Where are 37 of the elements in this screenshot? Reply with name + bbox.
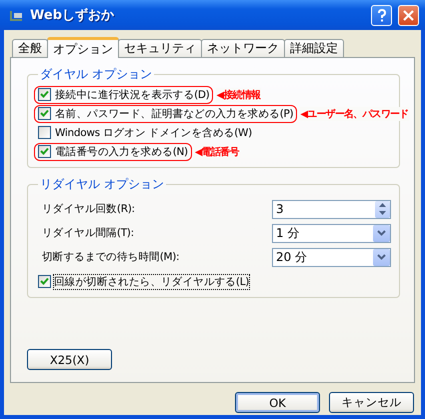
annotation: ◀ユーザー名、パスワード xyxy=(300,106,410,120)
tab[interactable]: ネットワーク xyxy=(201,39,285,57)
help-button[interactable] xyxy=(371,4,392,26)
close-icon xyxy=(403,10,414,20)
checkbox-label[interactable]: 名前、パスワード、証明書などの入力を求める(P) xyxy=(55,106,294,120)
checkbox[interactable] xyxy=(38,275,51,288)
field-label: リダイヤル間隔(T): xyxy=(42,226,134,240)
annotation: ◀接続情報 xyxy=(216,88,262,102)
dropdown[interactable]: 1 分 xyxy=(272,224,391,242)
checkbox-label[interactable]: Windows ログオン ドメインを含める(W) xyxy=(55,126,252,140)
checkbox[interactable] xyxy=(38,107,51,120)
close-button[interactable] xyxy=(398,4,419,26)
field-label: リダイヤル回数(R): xyxy=(42,202,135,216)
tab[interactable]: 全般 xyxy=(12,39,48,57)
checkbox-label[interactable]: 回線が切断されたら、リダイヤルする(L) xyxy=(54,274,250,288)
group-title: リダイヤル オプション xyxy=(39,176,165,193)
spin-arrows-icon[interactable] xyxy=(375,200,390,218)
chevron-down-icon[interactable] xyxy=(373,248,390,266)
tab[interactable]: オプション xyxy=(47,37,119,58)
spin-box[interactable]: 3 xyxy=(272,200,391,218)
checkbox-label[interactable]: 電話番号の入力を求める(N) xyxy=(55,144,188,158)
checkbox[interactable] xyxy=(38,88,51,101)
dialog-button[interactable]: キャンセル xyxy=(329,392,414,413)
tab[interactable]: 詳細設定 xyxy=(284,39,344,57)
field-label: 切断するまでの待ち時間(M): xyxy=(42,250,180,264)
dropdown[interactable]: 20 分 xyxy=(272,248,391,266)
checkbox-label[interactable]: 接続中に進行状況を表示する(D) xyxy=(55,88,210,102)
checkbox[interactable] xyxy=(38,145,51,158)
tab[interactable]: セキュリティ xyxy=(118,39,202,57)
group-title: ダイヤル オプション xyxy=(39,66,153,83)
dialog-button[interactable]: OK xyxy=(235,392,320,413)
checkbox[interactable] xyxy=(38,126,51,139)
question-mark-icon xyxy=(376,8,386,22)
x25-button[interactable]: X25(X) xyxy=(27,349,112,370)
chevron-down-icon[interactable] xyxy=(373,224,390,242)
window-title: Webしずおか xyxy=(30,7,115,24)
annotation: ◀電話番号 xyxy=(194,144,240,158)
